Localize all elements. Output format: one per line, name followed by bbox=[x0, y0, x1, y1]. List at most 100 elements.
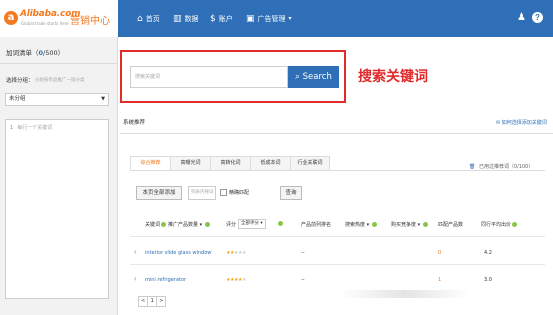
keyword-textarea[interactable]: 1 每行一个关键词 bbox=[5, 119, 109, 299]
line-number: 1 bbox=[10, 125, 14, 131]
subtab-high-conversion[interactable]: 高转化词 bbox=[210, 156, 250, 171]
group-select[interactable]: 未分组 ▼ bbox=[5, 93, 109, 106]
info-icon bbox=[512, 222, 518, 227]
rating-stars: ★★★★★ bbox=[226, 277, 246, 283]
chevron-down-icon: ▼ bbox=[101, 96, 105, 102]
subtab-high-exposure[interactable]: 高曝光词 bbox=[170, 156, 210, 171]
search-button-label: Search bbox=[302, 72, 332, 82]
query-button[interactable]: 查询 bbox=[280, 186, 302, 200]
avg-price-cell: 4.2 bbox=[484, 250, 492, 256]
info-icon bbox=[161, 222, 167, 227]
col-header-keyword: 关键词 bbox=[145, 221, 167, 228]
title-prefix: 加词清单（ bbox=[6, 49, 39, 57]
search-button[interactable]: ⌕ Search bbox=[288, 66, 339, 88]
tab-system-recommend[interactable]: 系统推荐 bbox=[123, 118, 145, 126]
trash-icon: 🗑 bbox=[469, 164, 476, 170]
col-header-competition[interactable]: 购买竞争度 ▾ bbox=[391, 221, 428, 228]
star-empty-icon: ★ bbox=[241, 277, 246, 283]
nav-item-label: 账户 bbox=[218, 14, 233, 23]
col-header-label: 推广产品数量 bbox=[168, 222, 199, 228]
col-header-label: 评分 bbox=[226, 222, 237, 228]
info-icon-col bbox=[277, 221, 283, 227]
pager-prev-button[interactable]: < bbox=[138, 296, 148, 307]
rating-filter-select[interactable]: 全部评分 ▾ bbox=[238, 219, 266, 229]
info-icon bbox=[371, 222, 377, 227]
group-hint: 分组按单品推广一级分类 bbox=[35, 78, 85, 83]
howto-link[interactable]: ✉ 如何选择添加关键词 bbox=[496, 119, 547, 126]
col-header-rating: 评分 bbox=[226, 221, 236, 228]
nav-item-home[interactable]: ⌂ 首页 bbox=[137, 0, 160, 37]
bar-chart-icon: ▥ bbox=[173, 13, 182, 24]
annotation-label: 搜索关键词 bbox=[358, 69, 428, 85]
divider bbox=[130, 264, 545, 265]
keyword-list-title: 加词清单（0/500） bbox=[6, 47, 64, 57]
col-header-products[interactable]: 推广产品数量 ▾ bbox=[168, 221, 210, 228]
recent-keywords-label: 已用过推荐词（0/100） bbox=[478, 164, 534, 170]
help-link-icon: ✉ bbox=[496, 120, 501, 126]
rank-cell: -- bbox=[301, 250, 305, 256]
add-row-chevron-icon[interactable]: ‹ bbox=[134, 247, 137, 256]
matched-cell: 1 bbox=[438, 277, 442, 283]
logo-area[interactable]: a Alibaba.com Global trade starts here 营… bbox=[0, 0, 118, 37]
divider bbox=[130, 170, 545, 171]
nav-item-label: 数据 bbox=[184, 14, 199, 23]
nav-item-label: 广告管理 bbox=[257, 14, 286, 23]
col-header-heat[interactable]: 搜索热度 ▾ bbox=[345, 221, 377, 228]
col-header-label: 产品前列排名 bbox=[301, 222, 332, 228]
matched-cell: 0 bbox=[438, 250, 442, 256]
col-header-label: 购买竞争度 bbox=[391, 222, 417, 228]
info-icon bbox=[204, 222, 210, 227]
watermark-blur bbox=[340, 290, 470, 298]
pager-current-page[interactable]: 1 bbox=[147, 296, 157, 307]
add-all-button[interactable]: 本页全部添加 bbox=[136, 186, 182, 200]
center-name: 营销中心 bbox=[70, 16, 110, 27]
col-header-avg-price: 同行平均出价 bbox=[481, 221, 518, 228]
rank-cell: -- bbox=[301, 277, 305, 283]
nav-item-label: 首页 bbox=[145, 14, 160, 23]
col-header-label: 关键词 bbox=[145, 222, 161, 228]
briefcase-icon: ▣ bbox=[246, 13, 255, 24]
group-select-value: 未分组 bbox=[9, 96, 26, 102]
add-row-chevron-icon[interactable]: ‹ bbox=[134, 274, 137, 283]
col-header-label: 同行平均出价 bbox=[481, 222, 512, 228]
help-icon[interactable]: ? bbox=[532, 12, 543, 23]
divider bbox=[120, 133, 553, 134]
subtab-low-cost[interactable]: 低成本词 bbox=[250, 156, 290, 171]
info-icon bbox=[422, 222, 428, 227]
recent-keywords-link[interactable]: 🗑 已用过推荐词（0/100） bbox=[469, 163, 533, 170]
notification-bell-icon[interactable]: ♟ bbox=[517, 12, 526, 23]
subtab-industry[interactable]: 行业关联词 bbox=[290, 156, 330, 171]
textarea-placeholder-line: 1 每行一个关键词 bbox=[10, 124, 52, 131]
brand-tagline: Global trade starts here bbox=[21, 21, 69, 26]
search-icon: ⌕ bbox=[295, 72, 300, 82]
pagination: < 1 > bbox=[138, 296, 167, 307]
howto-link-label: 如何选择添加关键词 bbox=[501, 120, 547, 126]
nav-item-account[interactable]: $ 账户 bbox=[210, 0, 233, 37]
group-label: 选择分组： bbox=[6, 78, 34, 84]
top-nav-bar: a Alibaba.com Global trade starts here 营… bbox=[0, 0, 553, 37]
star-empty-icon: ★ bbox=[241, 250, 246, 256]
nav-item-data[interactable]: ▥ 数据 bbox=[173, 0, 199, 37]
chevron-down-icon: ▾ bbox=[288, 15, 292, 22]
exact-match-checkbox[interactable] bbox=[220, 189, 227, 196]
list-filter-input[interactable]: 列表内搜词 bbox=[188, 186, 216, 200]
textarea-placeholder: 每行一个关键词 bbox=[17, 125, 53, 131]
info-icon bbox=[278, 221, 283, 226]
home-icon: ⌂ bbox=[137, 13, 143, 24]
avg-price-cell: 3.0 bbox=[484, 277, 492, 283]
account-icon: $ bbox=[210, 13, 216, 24]
pager-next-button[interactable]: > bbox=[156, 296, 167, 307]
recommend-subtabs: 综合推荐 高曝光词 高转化词 低成本词 行业关联词 bbox=[130, 156, 330, 171]
exact-match-label: 精确匹配 bbox=[229, 190, 250, 196]
nav-item-ad-management[interactable]: ▣ 广告管理 ▾ bbox=[246, 0, 292, 37]
keyword-cell[interactable]: mini refrigerator bbox=[145, 277, 186, 283]
search-input[interactable]: 搜索关键词 bbox=[130, 66, 288, 88]
col-header-matched: 匹配产品数 bbox=[438, 221, 463, 228]
keyword-cell[interactable]: interior slide glass window bbox=[145, 250, 211, 256]
rating-stars: ★★★★★ bbox=[226, 250, 246, 256]
col-header-label: 匹配产品数 bbox=[438, 222, 464, 228]
subtab-comprehensive[interactable]: 综合推荐 bbox=[130, 156, 170, 171]
divider bbox=[0, 63, 118, 64]
alibaba-logo-icon: a bbox=[4, 11, 18, 25]
divider bbox=[130, 236, 545, 237]
